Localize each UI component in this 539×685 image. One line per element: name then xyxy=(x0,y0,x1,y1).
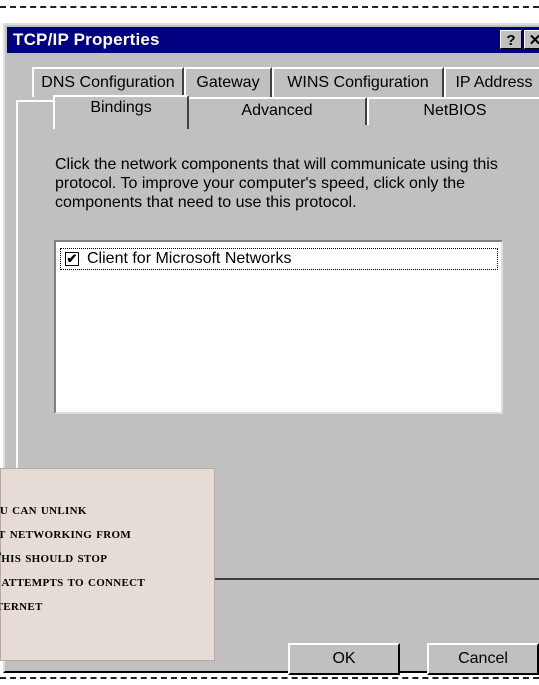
tab-dns-configuration[interactable]: DNS Configuration xyxy=(32,67,184,97)
tab-advanced[interactable]: Advanced xyxy=(187,97,367,125)
annotation-text: ou can unlink ft networking from This sh… xyxy=(0,498,231,618)
tab-ip-address[interactable]: IP Address xyxy=(444,67,539,97)
description-line: components that need to use this protoco… xyxy=(55,194,357,211)
ok-button[interactable]: OK xyxy=(288,643,400,675)
cancel-button[interactable]: Cancel xyxy=(427,643,539,675)
description-line: protocol. To improve your computer's spe… xyxy=(55,175,466,192)
annotation-line: ou can unlink xyxy=(0,502,87,518)
title-bar[interactable]: TCP/IP Properties ? ✕ xyxy=(7,27,539,53)
network-components-list[interactable]: ✔ Client for Microsoft Networks xyxy=(54,240,503,414)
help-button[interactable]: ? xyxy=(500,30,522,49)
close-button[interactable]: ✕ xyxy=(524,30,539,49)
bottom-cut-line xyxy=(0,677,539,679)
annotation-line: ft networking from xyxy=(0,526,132,542)
annotation-line: s attempts to connect xyxy=(0,574,146,590)
tab-gateway[interactable]: Gateway xyxy=(184,67,272,97)
tab-netbios[interactable]: NetBIOS xyxy=(367,97,539,125)
client-checkbox[interactable]: ✔ xyxy=(65,252,79,266)
annotation-callout: ou can unlink ft networking from This sh… xyxy=(0,468,215,661)
description-line: Click the network components that will c… xyxy=(55,156,498,173)
list-item[interactable]: ✔ Client for Microsoft Networks xyxy=(60,248,498,270)
bindings-description: Click the network components that will c… xyxy=(55,155,539,212)
tab-wins-configuration[interactable]: WINS Configuration xyxy=(272,67,444,97)
top-cut-line xyxy=(0,6,539,8)
tab-bindings[interactable]: Bindings xyxy=(53,95,189,129)
annotation-line: iternet xyxy=(0,598,43,614)
list-item-label: Client for Microsoft Networks xyxy=(87,250,292,267)
annotation-line: This should stop xyxy=(0,550,108,566)
window-title: TCP/IP Properties xyxy=(13,30,160,49)
